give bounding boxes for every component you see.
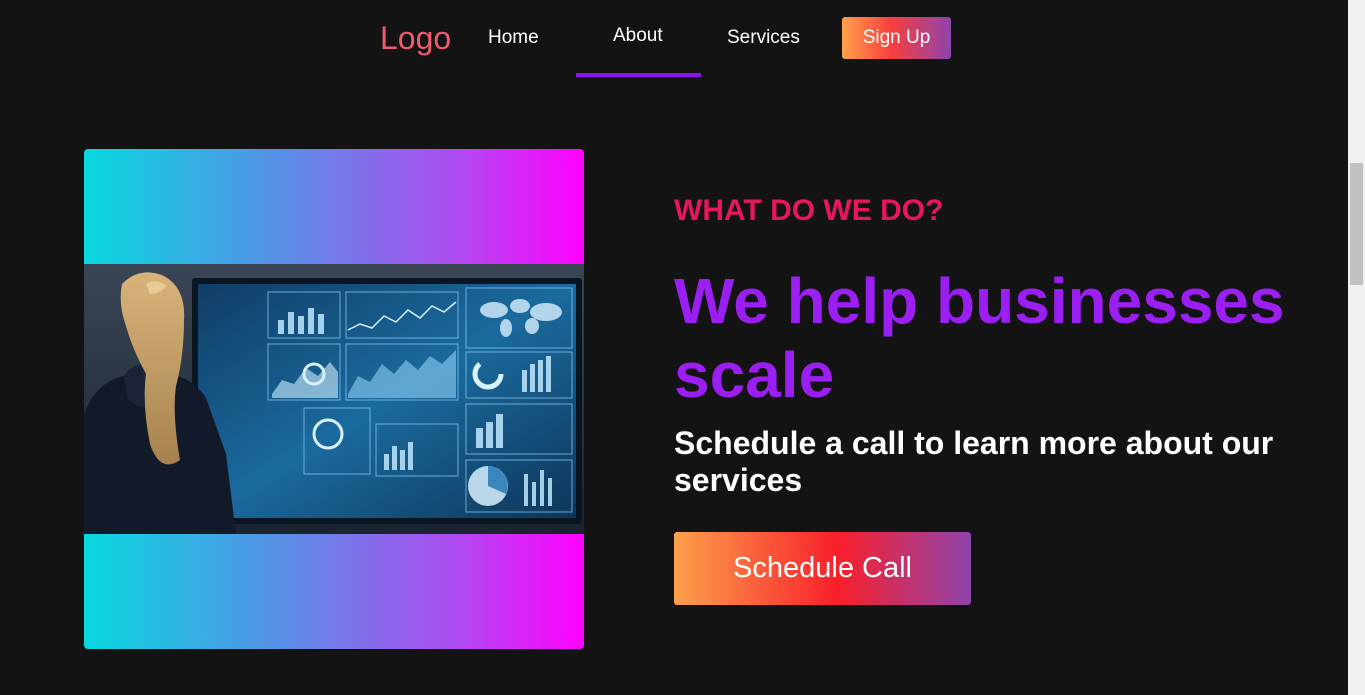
nav-link-about[interactable]: About xyxy=(613,24,663,48)
page: Logo Home About Services Sign Up WHAT DO… xyxy=(0,0,1365,695)
hero-image-frame xyxy=(84,149,584,649)
nav-link-home[interactable]: Home xyxy=(488,26,539,50)
schedule-call-button[interactable]: Schedule Call xyxy=(674,532,971,605)
scrollbar-thumb[interactable] xyxy=(1350,163,1363,285)
nav-link-services[interactable]: Services xyxy=(727,26,800,50)
hero-subhead: Schedule a call to learn more about our … xyxy=(674,425,1274,498)
logo[interactable]: Logo xyxy=(380,19,451,57)
sign-up-button[interactable]: Sign Up xyxy=(842,17,951,59)
nav-active-indicator xyxy=(576,73,701,77)
analytics-dashboard-illustration xyxy=(84,264,584,534)
navbar: Logo Home About Services Sign Up xyxy=(0,0,1348,78)
section-eyebrow: WHAT DO WE DO? xyxy=(674,194,944,227)
hero-headline: We help businesses scale xyxy=(674,265,1285,411)
hero-photo xyxy=(84,264,584,534)
page-scrollbar[interactable] xyxy=(1348,0,1365,695)
